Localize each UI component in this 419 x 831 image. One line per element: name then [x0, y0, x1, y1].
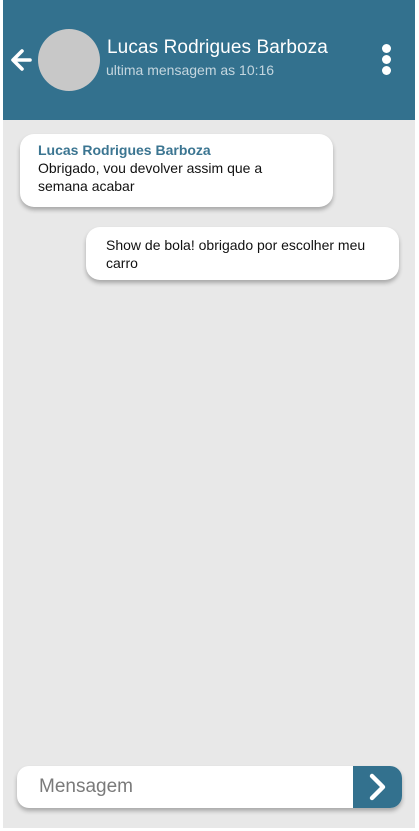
message-composer: [17, 766, 402, 808]
message-text-line: Show de bola! obrigado por escolher meu: [106, 237, 366, 253]
incoming-message-bubble: Lucas Rodrigues Barboza Obrigado, vou de…: [20, 134, 333, 207]
more-options-button[interactable]: [376, 41, 398, 77]
message-text: Show de bola! obrigado por escolher meu …: [106, 236, 381, 272]
menu-dot: [382, 44, 391, 53]
chat-screen: Lucas Rodrigues Barboza ultima mensagem …: [3, 0, 415, 828]
chevron-right-icon: [369, 773, 386, 801]
message-text-line: Obrigado, vou devolver assim que a: [38, 160, 263, 176]
chat-header: Lucas Rodrigues Barboza ultima mensagem …: [3, 0, 415, 120]
back-button[interactable]: [9, 46, 33, 74]
arrow-left-icon: [11, 49, 32, 71]
send-button[interactable]: [353, 766, 402, 808]
menu-dot: [382, 66, 391, 75]
message-text-line: semana acabar: [38, 178, 135, 194]
message-sender-name: Lucas Rodrigues Barboza: [38, 142, 211, 158]
last-message-time: ultima mensagem as 10:16: [106, 62, 275, 78]
message-text-line: carro: [106, 255, 138, 271]
contact-avatar[interactable]: [38, 29, 100, 91]
outgoing-message-bubble: Show de bola! obrigado por escolher meu …: [86, 227, 399, 280]
message-input[interactable]: [17, 766, 353, 808]
menu-dot: [382, 55, 391, 64]
message-text: Obrigado, vou devolver assim que a seman…: [38, 159, 315, 195]
contact-name: Lucas Rodrigues Barboza: [107, 37, 328, 58]
